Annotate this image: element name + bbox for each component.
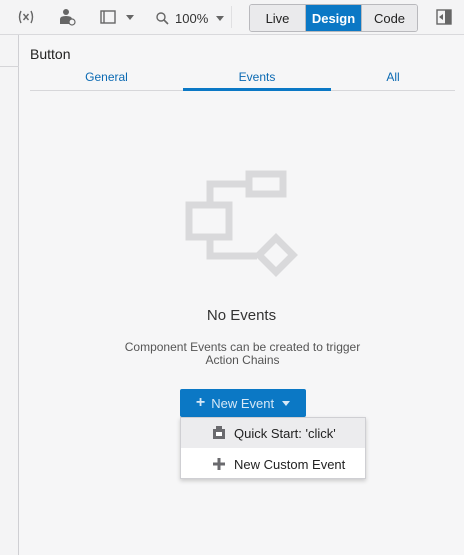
device-dropdown-caret[interactable] <box>120 7 140 27</box>
chevron-down-icon <box>282 400 291 406</box>
zoom-control[interactable]: 100% <box>156 9 225 27</box>
canvas-edge-header <box>0 35 19 67</box>
menu-item-label: Quick Start: 'click' <box>234 425 336 441</box>
code-mode-button[interactable]: Code <box>362 5 417 31</box>
empty-state-description: Component Events can be created to trigg… <box>124 340 361 367</box>
panel-tabs: General Events All <box>30 69 455 91</box>
panel-title: Button <box>30 46 71 62</box>
plus-icon: + <box>195 394 206 411</box>
menu-item-new-custom-event[interactable]: New Custom Event <box>181 449 365 479</box>
properties-panel: Button General Events All No Events Comp… <box>19 35 464 555</box>
toolbar: 100% Live Design Code <box>0 0 464 35</box>
designer-window: 100% Live Design Code Button General Eve… <box>0 0 464 555</box>
collapse-panel-icon[interactable] <box>434 7 454 27</box>
live-mode-button[interactable]: Live <box>250 5 306 31</box>
device-frame-icon[interactable] <box>100 7 120 27</box>
canvas-edge <box>0 35 19 555</box>
quick-start-icon <box>210 424 228 442</box>
variables-icon[interactable] <box>16 7 36 27</box>
tab-general[interactable]: General <box>30 69 183 91</box>
new-event-menu: Quick Start: 'click' New Custom Event <box>180 417 366 479</box>
flow-diagram-icon <box>185 169 300 281</box>
mode-switcher: Live Design Code <box>249 4 418 32</box>
plus-icon <box>210 455 228 473</box>
new-event-label: New Event <box>211 395 275 411</box>
toolbar-divider <box>231 6 232 28</box>
zoom-value: 100% <box>175 10 209 26</box>
tab-events[interactable]: Events <box>183 69 331 91</box>
design-mode-button[interactable]: Design <box>306 5 362 31</box>
new-event-button[interactable]: + New Event <box>180 389 306 417</box>
menu-item-quick-start[interactable]: Quick Start: 'click' <box>181 418 365 448</box>
chevron-down-icon <box>216 15 225 21</box>
zoom-icon <box>156 11 169 25</box>
menu-item-label: New Custom Event <box>234 456 346 472</box>
empty-state-title: No Events <box>206 307 277 324</box>
user-role-icon[interactable] <box>57 7 77 27</box>
tab-all[interactable]: All <box>331 69 455 91</box>
